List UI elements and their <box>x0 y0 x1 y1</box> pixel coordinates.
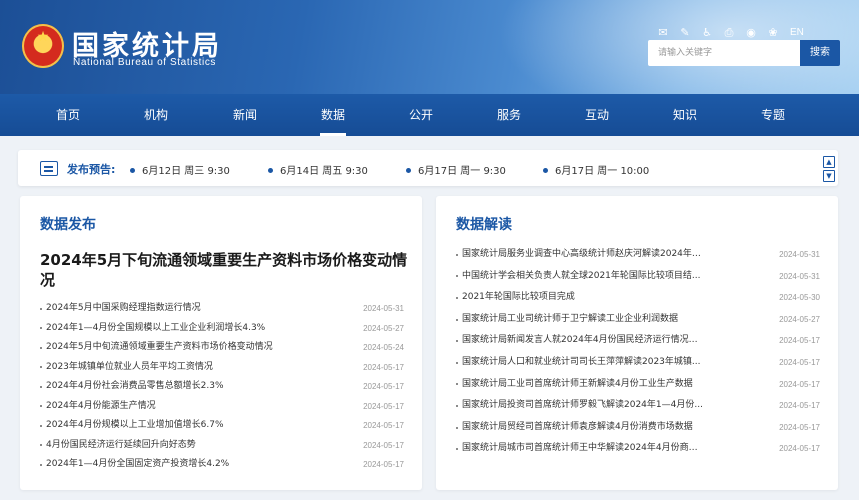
list-item-date: 2024-05-31 <box>779 271 820 281</box>
national-emblem-icon[interactable]: ★ <box>22 24 64 68</box>
site-logo-en[interactable]: National Bureau of Statistics <box>73 57 216 68</box>
nav-item-interaction[interactable]: 互动 <box>567 94 627 136</box>
utility-icons: ✉ ✎ ♿ ⎙ ◉ ❀ EN <box>656 25 804 39</box>
list-item-title[interactable]: 国家统计局贸经司首席统计师袁彦解读4月份消费市场数据 <box>456 417 693 439</box>
release-preview-label: 发布预告: <box>67 163 116 176</box>
list-item-title[interactable]: 国家统计局投资司首席统计师罗毅飞解读2024年1—4月份... <box>456 395 703 417</box>
list-item-title[interactable]: 2024年1—4月份全国规模以上工业企业利润增长4.3% <box>40 319 265 339</box>
panel-title[interactable]: 数据发布 <box>40 214 96 234</box>
list-item[interactable]: 2024年4月份规模以上工业增加值增长6.7% 2024-05-17 <box>40 416 404 436</box>
contact-icon[interactable]: ✎ <box>678 26 692 39</box>
list-item-title[interactable]: 国家统计局工业司首席统计师王新解读4月份工业生产数据 <box>456 374 693 396</box>
list-item-date: 2024-05-17 <box>363 362 404 372</box>
list-item-date: 2024-05-31 <box>363 304 404 313</box>
list-item-title[interactable]: 2024年4月份能源生产情况 <box>40 397 156 417</box>
list-item-date: 2024-05-27 <box>363 323 404 333</box>
nav-item-public[interactable]: 公开 <box>391 94 451 136</box>
list-item-title[interactable]: 4月份国民经济运行延续回升向好态势 <box>40 436 196 456</box>
nav-item-home[interactable]: 首页 <box>38 94 98 136</box>
list-item-date: 2024-05-31 <box>779 250 820 259</box>
nav-item-organization[interactable]: 机构 <box>126 94 186 136</box>
list-item-title[interactable]: 国家统计局人口和就业统计司司长王萍萍解读2023年城镇... <box>456 352 701 374</box>
list-item[interactable]: 国家统计局人口和就业统计司司长王萍萍解读2023年城镇... 2024-05-17 <box>456 352 820 374</box>
list-item-title[interactable]: 国家统计局服务业调查中心高级统计师赵庆河解读2024年5... <box>456 244 706 266</box>
list-item[interactable]: 2024年4月份能源生产情况 2024-05-17 <box>40 397 404 417</box>
nav-item-service[interactable]: 服务 <box>479 94 539 136</box>
featured-headline[interactable]: 2024年5月下旬流通领域重要生产资料市场价格变动情况 <box>40 250 410 290</box>
chevron-down-icon[interactable]: ▼ <box>823 170 835 182</box>
weibo-icon[interactable]: ◉ <box>744 26 758 39</box>
search-button[interactable]: 搜索 <box>800 40 840 66</box>
accessibility-icon[interactable]: ♿ <box>700 26 714 39</box>
nav-item-news[interactable]: 新闻 <box>215 94 275 136</box>
list-item-date: 2024-05-17 <box>363 401 404 411</box>
list-item-date: 2024-05-17 <box>779 401 820 411</box>
list-item[interactable]: 2024年5月中旬流通领域重要生产资料市场价格变动情况 2024-05-24 <box>40 338 404 358</box>
list-item-title[interactable]: 国家统计局城市司首席统计师王中华解读2024年4月份商品... <box>456 438 706 460</box>
list-item-title[interactable]: 2024年5月中旬流通领域重要生产资料市场价格变动情况 <box>40 338 273 358</box>
list-item[interactable]: 4月份国民经济运行延续回升向好态势 2024-05-17 <box>40 436 404 456</box>
search-input[interactable]: 请输入关键字 <box>648 40 800 66</box>
list-item[interactable]: 国家统计局贸经司首席统计师袁彦解读4月份消费市场数据 2024-05-17 <box>456 417 820 439</box>
list-item[interactable]: 国家统计局工业司统计师于卫宁解读工业企业利润数据 2024-05-27 <box>456 309 820 331</box>
release-list: 2024年5月中国采购经理指数运行情况 2024-05-31 2024年1—4月份… <box>40 299 404 475</box>
language-switch[interactable]: EN <box>790 26 804 39</box>
list-item[interactable]: 2024年5月中国采购经理指数运行情况 2024-05-31 <box>40 299 404 319</box>
interpretation-list: 国家统计局服务业调查中心高级统计师赵庆河解读2024年5... 2024-05-3… <box>456 244 820 460</box>
release-preview-item[interactable]: 6月14日 周五 9:30 <box>268 162 368 177</box>
list-item[interactable]: 2024年4月份社会消费品零售总额增长2.3% 2024-05-17 <box>40 377 404 397</box>
list-item-title[interactable]: 中国统计学会相关负责人就全球2021年轮国际比较项目结... <box>456 266 701 288</box>
release-preview-item[interactable]: 6月17日 周一 10:00 <box>543 162 649 177</box>
wechat-icon[interactable]: ❀ <box>766 26 780 39</box>
data-interpretation-panel: 数据解读 国家统计局服务业调查中心高级统计师赵庆河解读2024年5... 2024… <box>436 196 838 490</box>
list-item-date: 2024-05-17 <box>363 440 404 450</box>
list-item[interactable]: 2024年1—4月份全国固定资产投资增长4.2% 2024-05-17 <box>40 455 404 475</box>
list-item-date: 2024-05-17 <box>779 444 820 454</box>
list-item-title[interactable]: 国家统计局新闻发言人就2024年4月份国民经济运行情况答... <box>456 330 706 352</box>
list-item-date: 2024-05-30 <box>779 293 820 303</box>
nav-item-knowledge[interactable]: 知识 <box>655 94 715 136</box>
preview-scroll-controls: ▲ ▼ <box>823 156 835 182</box>
list-item[interactable]: 中国统计学会相关负责人就全球2021年轮国际比较项目结... 2024-05-31 <box>456 266 820 288</box>
list-item[interactable]: 国家统计局工业司首席统计师王新解读4月份工业生产数据 2024-05-17 <box>456 374 820 396</box>
list-item[interactable]: 2023年城镇单位就业人员年平均工资情况 2024-05-17 <box>40 358 404 378</box>
list-item-title[interactable]: 2024年1—4月份全国固定资产投资增长4.2% <box>40 455 229 475</box>
nav-item-topics[interactable]: 专题 <box>743 94 803 136</box>
list-item-title[interactable]: 2024年5月中国采购经理指数运行情况 <box>40 299 201 319</box>
list-item-date: 2024-05-27 <box>779 314 820 324</box>
list-item[interactable]: 2021年轮国际比较项目完成 2024-05-30 <box>456 287 820 309</box>
site-header: ★ 国家统计局 National Bureau of Statistics ✉ … <box>0 0 859 94</box>
list-item[interactable]: 国家统计局投资司首席统计师罗毅飞解读2024年1—4月份... 2024-05-1… <box>456 395 820 417</box>
list-item-date: 2024-05-17 <box>779 336 820 346</box>
list-item-date: 2024-05-17 <box>779 422 820 432</box>
list-item-date: 2024-05-17 <box>779 379 820 389</box>
release-preview-item[interactable]: 6月17日 周一 9:30 <box>406 162 506 177</box>
list-item-date: 2024-05-17 <box>363 421 404 430</box>
list-item-title[interactable]: 国家统计局工业司统计师于卫宁解读工业企业利润数据 <box>456 309 678 331</box>
release-preview-item[interactable]: 6月12日 周三 9:30 <box>130 162 230 177</box>
list-item-date: 2024-05-17 <box>363 382 404 391</box>
list-item-date: 2024-05-24 <box>363 343 404 352</box>
release-preview-bar: 发布预告: 6月12日 周三 9:30 6月14日 周五 9:30 6月17日 … <box>18 150 838 186</box>
nav-item-data[interactable]: 数据 <box>303 94 363 136</box>
list-item-title[interactable]: 2024年4月份规模以上工业增加值增长6.7% <box>40 416 224 436</box>
list-item[interactable]: 2024年1—4月份全国规模以上工业企业利润增长4.3% 2024-05-27 <box>40 319 404 339</box>
list-item-date: 2024-05-17 <box>363 460 404 469</box>
panel-title[interactable]: 数据解读 <box>456 214 512 234</box>
data-release-panel: 数据发布 2024年5月下旬流通领域重要生产资料市场价格变动情况 2024年5月… <box>20 196 422 490</box>
print-icon[interactable]: ⎙ <box>722 26 736 39</box>
mail-icon[interactable]: ✉ <box>656 26 670 39</box>
list-item-title[interactable]: 2023年城镇单位就业人员年平均工资情况 <box>40 358 213 378</box>
list-item-title[interactable]: 2024年4月份社会消费品零售总额增长2.3% <box>40 377 224 397</box>
main-nav: 首页 机构 新闻 数据 公开 服务 互动 知识 专题 <box>0 94 859 136</box>
list-item-date: 2024-05-17 <box>779 357 820 367</box>
chevron-up-icon[interactable]: ▲ <box>823 156 835 168</box>
list-item[interactable]: 国家统计局城市司首席统计师王中华解读2024年4月份商品... 2024-05-1… <box>456 438 820 460</box>
list-item-title[interactable]: 2021年轮国际比较项目完成 <box>456 287 575 309</box>
list-item[interactable]: 国家统计局服务业调查中心高级统计师赵庆河解读2024年5... 2024-05-3… <box>456 244 820 266</box>
list-item[interactable]: 国家统计局新闻发言人就2024年4月份国民经济运行情况答... 2024-05-1… <box>456 330 820 352</box>
calendar-icon <box>40 161 58 176</box>
